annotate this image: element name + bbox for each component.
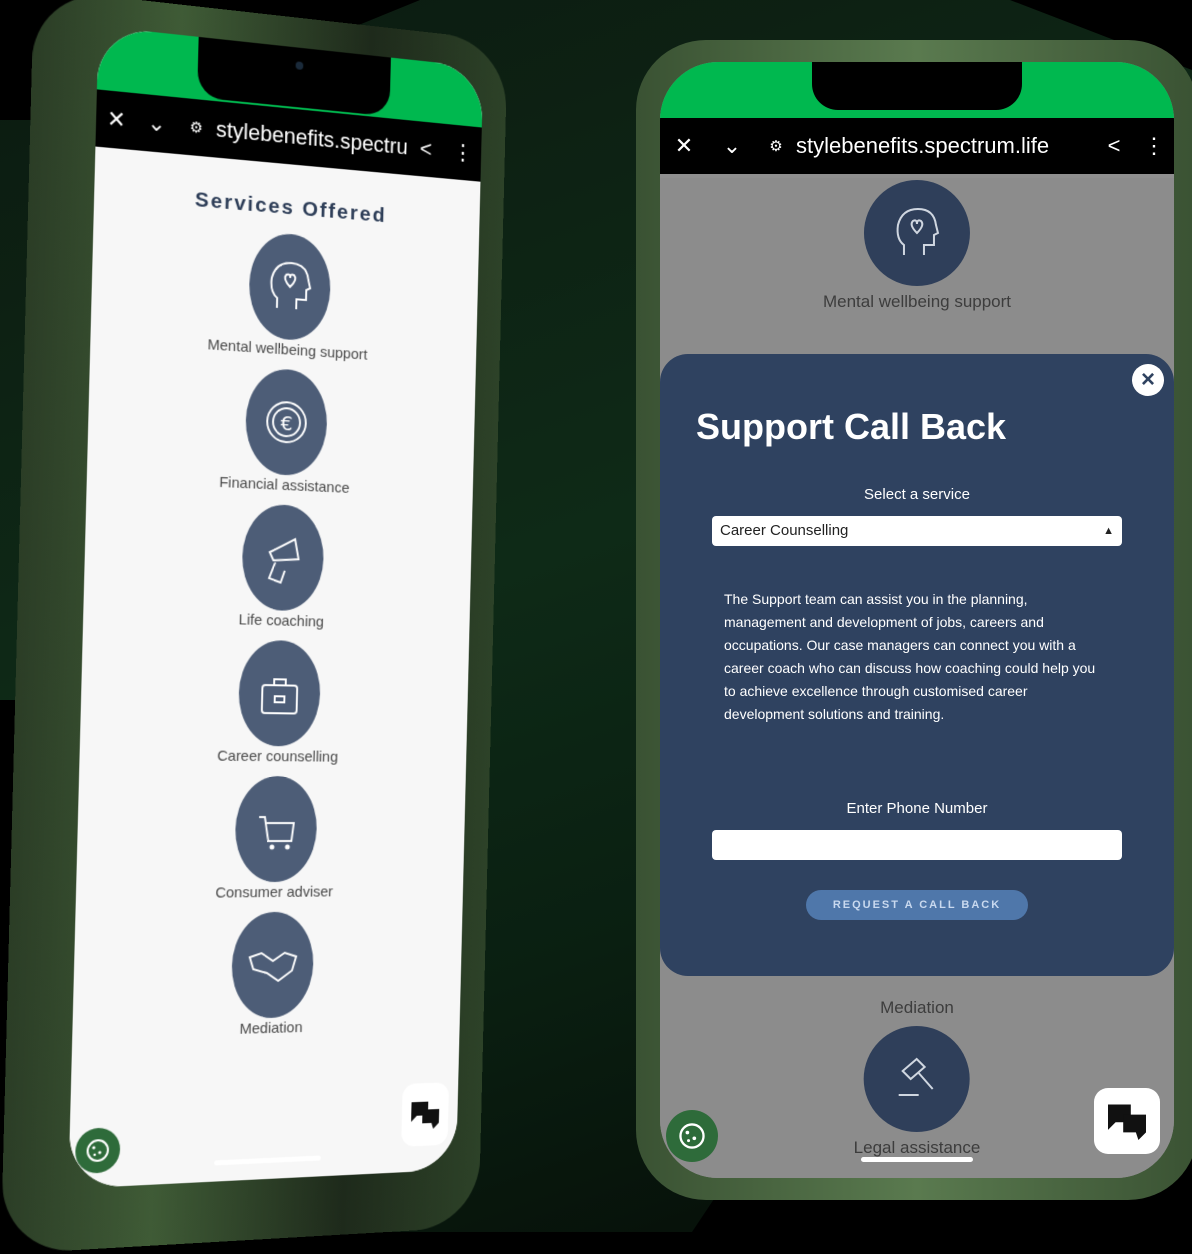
service-label: Mediation xyxy=(239,1019,303,1038)
gavel-icon xyxy=(863,1026,970,1132)
service-item: Mental wellbeing support xyxy=(823,180,1011,312)
camera xyxy=(295,61,304,71)
chevron-down-icon[interactable]: ⌄ xyxy=(708,133,756,159)
close-icon[interactable]: ✕ xyxy=(660,133,708,159)
service-label: Mental wellbeing support xyxy=(822,292,1012,311)
close-icon: × xyxy=(1140,366,1155,393)
phone-right-screen: ✕ ⌄ ⚙ stylebenefits.spectrum.life < ⋮ Me… xyxy=(660,62,1174,1178)
chat-icon xyxy=(411,1101,440,1130)
service-description: The Support team can assist you in the p… xyxy=(724,591,1096,722)
url-text[interactable]: stylebenefits.spectrum.life xyxy=(796,133,1094,159)
euro-coin-icon: € xyxy=(244,366,329,477)
cookie-settings-button[interactable] xyxy=(666,1110,718,1162)
service-item[interactable]: Mediation xyxy=(230,911,315,1038)
chat-icon xyxy=(1108,1104,1146,1140)
handshake-icon xyxy=(230,911,315,1020)
service-item[interactable]: € Financial assistance xyxy=(219,365,352,497)
megaphone-icon xyxy=(241,503,325,612)
service-label: Mediation xyxy=(880,998,954,1017)
site-settings-icon[interactable]: ⚙ xyxy=(756,137,796,155)
service-label: Consumer adviser xyxy=(215,883,334,902)
chat-button[interactable] xyxy=(1094,1088,1160,1154)
support-callback-modal: × Support Call Back Select a service Car… xyxy=(660,354,1174,976)
chat-button[interactable] xyxy=(401,1082,450,1147)
cookie-icon xyxy=(84,1137,111,1165)
service-label: Career counselling xyxy=(216,747,339,766)
chevron-down-icon[interactable]: ⌄ xyxy=(136,109,177,139)
head-heart-icon xyxy=(247,230,332,343)
service-item: Legal assistance xyxy=(853,1026,981,1158)
shopping-cart-icon xyxy=(234,775,318,883)
notch xyxy=(812,62,1022,110)
site-settings-icon[interactable]: ⚙ xyxy=(176,117,216,139)
kebab-menu-icon[interactable]: ⋮ xyxy=(1134,133,1174,159)
phone-right: ✕ ⌄ ⚙ stylebenefits.spectrum.life < ⋮ Me… xyxy=(636,40,1192,1200)
services-page: Services Offered Mental wellbeing suppor… xyxy=(68,146,481,1189)
phone-number-input[interactable] xyxy=(712,830,1122,860)
home-indicator xyxy=(861,1157,973,1162)
phone-left-screen: ✕ ⌄ ⚙ stylebenefits.spectrum.life < ⋮ Se… xyxy=(68,26,484,1189)
cookie-icon xyxy=(679,1123,705,1149)
page-title: Services Offered xyxy=(194,187,387,228)
request-call-back-button[interactable]: REQUEST A CALL BACK xyxy=(806,890,1028,920)
service-select[interactable]: Career Counselling ▲ xyxy=(712,516,1122,546)
select-service-label: Select a service xyxy=(864,486,970,503)
service-item[interactable]: Mental wellbeing support xyxy=(207,228,370,364)
service-item[interactable]: Life coaching xyxy=(238,503,326,631)
service-label: Legal assistance xyxy=(853,1138,981,1157)
phone-left: ✕ ⌄ ⚙ stylebenefits.spectrum.life < ⋮ Se… xyxy=(0,0,508,1254)
share-icon[interactable]: < xyxy=(407,135,445,164)
service-label: Mental wellbeing support xyxy=(207,336,368,364)
service-item[interactable]: Consumer adviser xyxy=(215,775,336,902)
service-label: Life coaching xyxy=(238,611,325,631)
services-list: Mental wellbeing support € Financial ass… xyxy=(190,228,371,1051)
briefcase-icon xyxy=(237,639,322,747)
modal-title: Support Call Back xyxy=(696,406,1007,447)
close-modal-button[interactable]: × xyxy=(1132,364,1164,396)
svg-text:€: € xyxy=(280,411,293,435)
browser-toolbar: ✕ ⌄ ⚙ stylebenefits.spectrum.life < ⋮ xyxy=(660,118,1174,174)
services-page-dimmed: Mental wellbeing support Mediation Legal… xyxy=(660,178,1174,1178)
url-text[interactable]: stylebenefits.spectrum.life xyxy=(216,116,408,160)
close-icon[interactable]: ✕ xyxy=(96,105,137,135)
service-label: Financial assistance xyxy=(219,473,350,497)
service-item[interactable]: Career counselling xyxy=(217,639,341,766)
service-select-value: Career Counselling xyxy=(720,522,849,539)
cookie-settings-button[interactable] xyxy=(74,1127,121,1175)
kebab-menu-icon[interactable]: ⋮ xyxy=(444,138,481,167)
service-item: Mediation xyxy=(880,992,954,1018)
head-heart-icon xyxy=(864,180,970,286)
phone-number-label: Enter Phone Number xyxy=(846,800,988,817)
select-arrows-icon: ▲ xyxy=(1103,525,1114,537)
share-icon[interactable]: < xyxy=(1094,133,1134,159)
